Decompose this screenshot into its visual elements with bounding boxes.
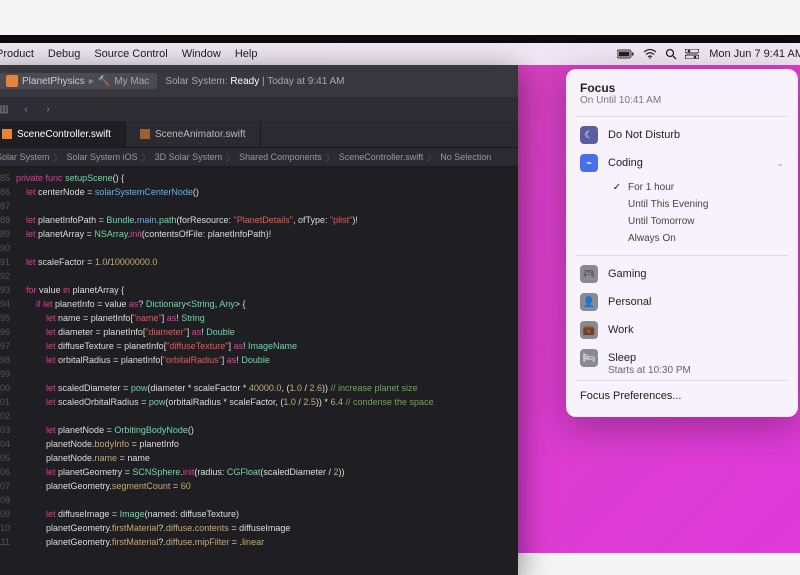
line-gutter: 8586878889909192939495969798991001011021… <box>0 167 16 575</box>
menubar-datetime[interactable]: Mon Jun 7 9:41 AM <box>709 48 800 60</box>
briefcase-icon: 💼 <box>580 321 598 339</box>
search-icon[interactable] <box>665 48 677 60</box>
focus-title: Focus <box>580 81 784 95</box>
focus-subtitle: On Until 10:41 AM <box>580 95 784 106</box>
xcode-window: PlanetPhysics ▸ 🔨 My Mac Solar System: R… <box>0 65 518 575</box>
chevron-down-icon: ⌄ <box>776 158 784 169</box>
moon-icon: ☾ <box>580 126 598 144</box>
back-icon[interactable]: ‹ <box>16 100 36 118</box>
person-icon: 👤 <box>580 293 598 311</box>
focus-option[interactable]: Until This Evening <box>604 196 798 213</box>
gamepad-icon: 🎮 <box>580 265 598 283</box>
focus-option[interactable]: Until Tomorrow <box>604 213 798 230</box>
editor-tabs: SceneController.swift SceneAnimator.swif… <box>0 121 518 147</box>
menu-item[interactable]: Help <box>235 48 258 60</box>
focus-coding-options: ✓For 1 hour Until This Evening Until Tom… <box>566 177 798 251</box>
bed-icon: 🛏 <box>580 349 598 367</box>
code-content[interactable]: private func setupScene() { let centerNo… <box>16 167 518 575</box>
jump-bar[interactable]: Solar System〉 Solar System iOS〉 3D Solar… <box>0 147 518 167</box>
app-icon <box>6 75 18 87</box>
swift-file-icon <box>2 129 12 139</box>
editor-toolbar: ▥ ‹ › <box>0 97 518 121</box>
focus-option[interactable]: ✓For 1 hour <box>604 179 798 196</box>
hammer-icon: 🔨 <box>98 76 110 87</box>
menu-item[interactable]: Debug <box>48 48 80 60</box>
focus-mode-coding[interactable]: ⌁ Coding ⌄ <box>566 149 798 177</box>
wifi-icon[interactable] <box>643 49 657 59</box>
macos-menubar: Product Debug Source Control Window Help… <box>0 43 800 65</box>
focus-sleep-subtitle: Starts at 10:30 PM <box>566 365 798 376</box>
focus-preferences[interactable]: Focus Preferences... <box>566 385 798 407</box>
forward-icon[interactable]: › <box>38 100 58 118</box>
code-editor[interactable]: 8586878889909192939495969798991001011021… <box>0 167 518 575</box>
menubar-app-menus: Product Debug Source Control Window Help <box>0 48 257 60</box>
menu-item[interactable]: Source Control <box>94 48 167 60</box>
focus-mode-sleep[interactable]: 🛏 Sleep <box>566 344 798 367</box>
focus-mode-personal[interactable]: 👤 Personal <box>566 288 798 316</box>
control-center-icon[interactable] <box>685 49 699 59</box>
battery-icon[interactable] <box>617 49 635 59</box>
sidebar-toggle-icon[interactable]: ▥ <box>0 100 14 118</box>
focus-mode-work[interactable]: 💼 Work <box>566 316 798 344</box>
focus-panel: Focus On Until 10:41 AM ☾ Do Not Disturb… <box>566 69 798 417</box>
focus-mode-dnd[interactable]: ☾ Do Not Disturb <box>566 121 798 149</box>
menu-item[interactable]: Window <box>182 48 221 60</box>
swift-file-icon <box>140 129 150 139</box>
tab-scenecontroller[interactable]: SceneController.swift <box>0 121 126 147</box>
focus-option[interactable]: Always On <box>604 230 798 247</box>
scheme-selector[interactable]: PlanetPhysics ▸ 🔨 My Mac <box>0 73 157 89</box>
code-icon: ⌁ <box>580 154 598 172</box>
xcode-titlebar: PlanetPhysics ▸ 🔨 My Mac Solar System: R… <box>0 65 518 97</box>
tab-sceneanimator[interactable]: SceneAnimator.swift <box>126 121 261 147</box>
activity-status: Solar System: Ready | Today at 9:41 AM <box>165 76 344 87</box>
focus-mode-gaming[interactable]: 🎮 Gaming <box>566 260 798 288</box>
menu-item[interactable]: Product <box>0 48 34 60</box>
